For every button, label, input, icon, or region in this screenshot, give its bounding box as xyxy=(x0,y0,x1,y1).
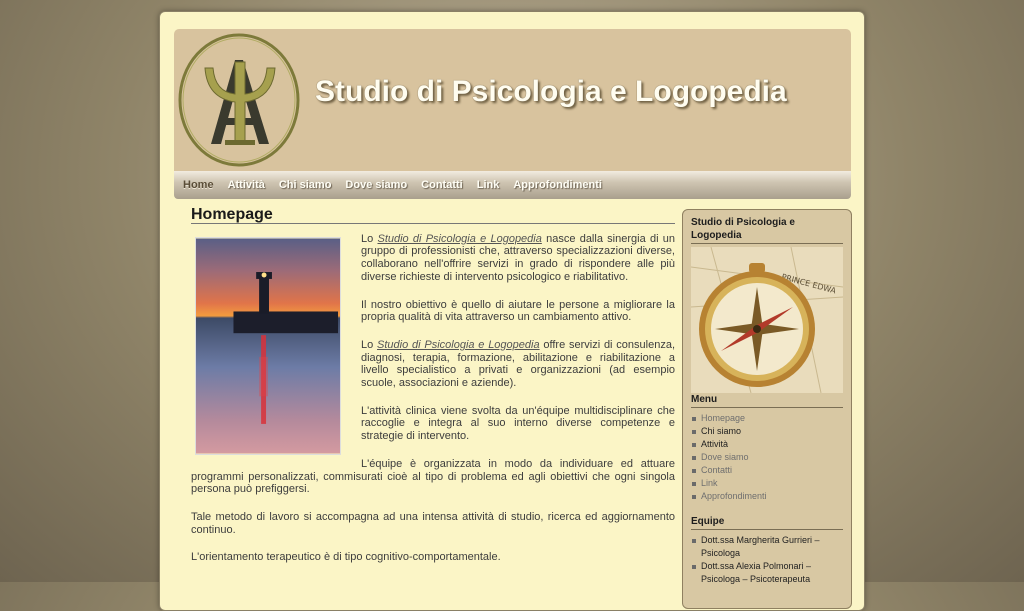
page-container: Studio di Psicologia e Logopedia Home At… xyxy=(159,11,865,611)
lighthouse-photo xyxy=(195,236,341,455)
compass-image: PRINCE EDWA xyxy=(691,247,843,393)
equipe-member[interactable]: Dott.ssa Margherita Gurrieri – Psicologa xyxy=(691,534,843,560)
menu-title: Menu xyxy=(691,393,843,408)
nav-contatti[interactable]: Contatti xyxy=(421,179,463,191)
header-banner: Studio di Psicologia e Logopedia xyxy=(174,29,851,171)
sidebar-item-homepage[interactable]: Homepage xyxy=(691,412,843,425)
studio-link-2[interactable]: Studio di Psicologia e Logopedia xyxy=(377,339,540,351)
sidebar-item-attivita[interactable]: Attività xyxy=(691,438,843,451)
studio-link[interactable]: Studio di Psicologia e Logopedia xyxy=(377,233,541,245)
equipe-member[interactable]: Dott.ssa Alexia Polmonari – Psicologa – … xyxy=(691,560,843,586)
sidebar-item-link[interactable]: Link xyxy=(691,477,843,490)
main-nav: Home Attività Chi siamo Dove siamo Conta… xyxy=(174,171,851,199)
nav-attivita[interactable]: Attività xyxy=(228,179,265,191)
sidebar-item-chi-siamo[interactable]: Chi siamo xyxy=(691,425,843,438)
sidebar-item-approfondimenti[interactable]: Approfondimenti xyxy=(691,490,843,503)
psi-logo-icon xyxy=(178,33,300,167)
method-paragraph: Tale metodo di lavoro si accompagna ad u… xyxy=(191,510,675,536)
nav-approfondimenti[interactable]: Approfondimenti xyxy=(513,179,602,191)
sidebar-menu: Homepage Chi siamo Attività Dove siamo C… xyxy=(691,412,843,503)
nav-link[interactable]: Link xyxy=(477,179,500,191)
equipe-list: Dott.ssa Margherita Gurrieri – Psicologa… xyxy=(691,534,843,586)
orientation-paragraph: L'orientamento terapeutico è di tipo cog… xyxy=(191,551,501,564)
page-heading: Homepage xyxy=(191,207,675,224)
sidebar-item-contatti[interactable]: Contatti xyxy=(691,464,843,477)
site-title: Studio di Psicologia e Logopedia xyxy=(315,75,787,108)
sidebar-title: Studio di Psicologia e Logopedia xyxy=(691,216,843,244)
nav-home[interactable]: Home xyxy=(183,179,214,191)
sidebar-item-dove-siamo[interactable]: Dove siamo xyxy=(691,451,843,464)
nav-dove-siamo[interactable]: Dove siamo xyxy=(345,179,407,191)
main-content: Homepage Lo Studio di Psicologia e Logop… xyxy=(191,207,675,579)
equipe-paragraph: L'équipe è organizzata in modo da indivi… xyxy=(191,457,675,496)
sidebar: Studio di Psicologia e Logopedia PRINCE … xyxy=(682,209,852,609)
nav-chi-siamo[interactable]: Chi siamo xyxy=(279,179,332,191)
equipe-title: Equipe xyxy=(691,515,843,530)
